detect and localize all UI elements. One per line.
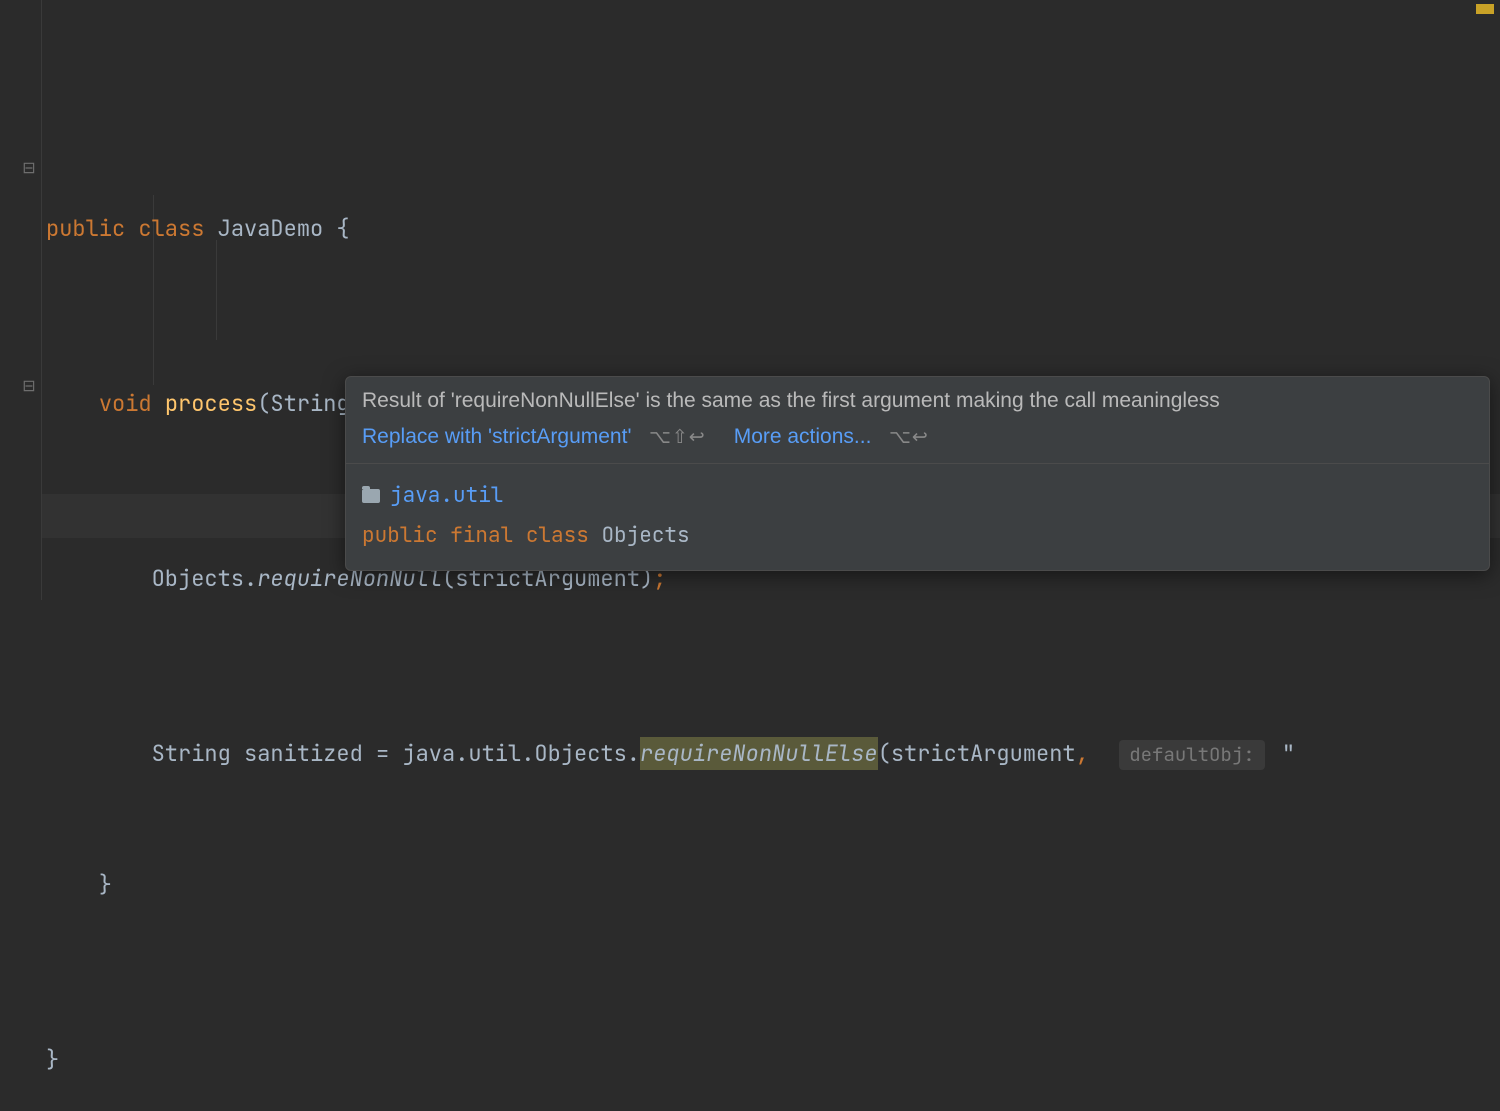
fold-toggle-icon[interactable]: ⊟: [22, 160, 36, 174]
package-folder-icon: [362, 489, 380, 503]
keyword-public: public: [46, 214, 125, 243]
class-name: JavaDemo: [218, 214, 324, 243]
shortcut-hint: ⌥↩: [889, 427, 929, 448]
code-line[interactable]: String sanitized = java.util.Objects.req…: [46, 732, 1500, 776]
brace-close: }: [46, 1045, 59, 1074]
keyword-class: class: [526, 522, 589, 549]
inspection-message: Result of 'requireNonNullElse' is the sa…: [346, 377, 1489, 419]
keyword-void: void: [99, 389, 152, 418]
brace-close: }: [46, 870, 112, 899]
code-prefix: String sanitized = java.util.Objects.: [152, 739, 640, 768]
inspection-highlight[interactable]: requireNonNullElse: [640, 737, 878, 770]
parameter-hint: defaultObj:: [1119, 740, 1264, 770]
shortcut-hint: ⌥⇧↩: [649, 427, 706, 448]
fold-toggle-icon[interactable]: ⊟: [22, 378, 36, 392]
editor-gutter: ⊟ ⊟: [0, 0, 42, 600]
inspection-actions-row: Replace with 'strictArgument' ⌥⇧↩ More a…: [346, 419, 1489, 463]
keyword-final: final: [450, 522, 513, 549]
inspection-popup: Result of 'requireNonNullElse' is the sa…: [345, 376, 1490, 571]
identifier: Objects.: [152, 564, 258, 593]
class-name: Objects: [601, 522, 689, 549]
comma: ,: [1076, 739, 1089, 768]
string-start: ": [1269, 739, 1295, 768]
code-line[interactable]: }: [46, 1038, 1500, 1082]
indent-guide: [216, 240, 217, 340]
args-open: (strictArgument: [878, 739, 1076, 768]
package-link[interactable]: java.util: [390, 476, 503, 516]
quick-doc: java.util public final class Objects: [346, 464, 1489, 570]
code-line[interactable]: public class JavaDemo {: [46, 207, 1500, 251]
brace: {: [323, 214, 349, 243]
more-actions-link[interactable]: More actions...: [734, 425, 872, 448]
keyword-public: public: [362, 522, 438, 549]
keyword-class: class: [138, 214, 204, 243]
quickfix-replace-link[interactable]: Replace with 'strictArgument': [362, 425, 631, 448]
code-line[interactable]: }: [46, 863, 1500, 907]
method-name: process: [165, 389, 257, 418]
